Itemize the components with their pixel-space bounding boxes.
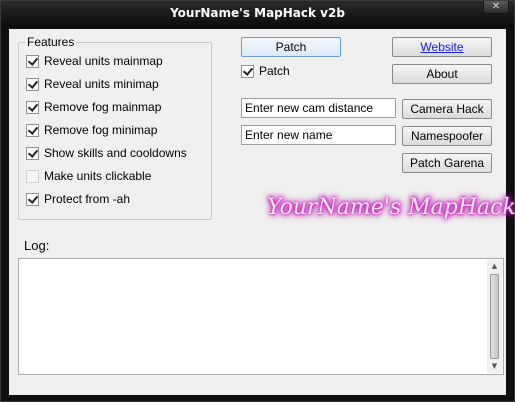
- feature-checkbox[interactable]: [26, 100, 39, 114]
- features-groupbox: Features Reveal units mainmap Reveal uni…: [18, 36, 212, 220]
- website-link-button[interactable]: Website: [392, 37, 492, 57]
- title-bar[interactable]: YourName's MapHack v2b ✕: [1, 1, 514, 27]
- app-logo-text: YourName's MapHack: [267, 195, 515, 220]
- patch-button[interactable]: Patch: [241, 37, 341, 57]
- feature-label: Remove fog minimap: [44, 123, 158, 137]
- patch-checkbox-row[interactable]: Patch: [241, 63, 290, 79]
- new-name-input[interactable]: Enter new name: [241, 125, 396, 145]
- feature-label: Reveal units mainmap: [44, 54, 163, 68]
- feature-remove-fog-minimap[interactable]: Remove fog minimap: [26, 122, 157, 138]
- feature-checkbox[interactable]: [26, 169, 39, 183]
- namespoofer-button[interactable]: Namespoofer: [402, 126, 492, 146]
- camera-hack-button[interactable]: Camera Hack: [402, 99, 492, 119]
- feature-reveal-units-mainmap[interactable]: Reveal units mainmap: [26, 53, 163, 69]
- feature-checkbox[interactable]: [26, 192, 39, 206]
- feature-protect-from-ah[interactable]: Protect from -ah: [26, 191, 130, 207]
- feature-label: Protect from -ah: [44, 192, 131, 206]
- feature-show-skills-cooldowns[interactable]: Show skills and cooldowns: [26, 145, 187, 161]
- scrollbar-thumb[interactable]: [490, 274, 499, 359]
- cam-distance-input[interactable]: Enter new cam distance: [241, 98, 396, 118]
- feature-checkbox[interactable]: [26, 77, 39, 91]
- patch-checkbox-label: Patch: [259, 64, 290, 78]
- close-icon: ✕: [491, 1, 501, 12]
- feature-make-units-clickable[interactable]: Make units clickable: [26, 168, 151, 184]
- log-textarea[interactable]: ▲ ▼: [18, 258, 504, 375]
- feature-label: Show skills and cooldowns: [44, 146, 187, 160]
- app-window: YourName's MapHack v2b ✕ Features Reveal…: [0, 0, 515, 402]
- log-scrollbar[interactable]: ▲ ▼: [487, 260, 502, 373]
- down-arrow-icon[interactable]: ▼: [487, 360, 502, 373]
- window-title: YourName's MapHack v2b: [170, 6, 345, 20]
- feature-reveal-units-minimap[interactable]: Reveal units minimap: [26, 76, 159, 92]
- feature-remove-fog-mainmap[interactable]: Remove fog mainmap: [26, 99, 161, 115]
- feature-checkbox[interactable]: [26, 146, 39, 160]
- patch-garena-button[interactable]: Patch Garena: [402, 153, 492, 173]
- up-arrow-icon[interactable]: ▲: [487, 260, 502, 273]
- feature-checkbox[interactable]: [26, 54, 39, 68]
- close-button[interactable]: ✕: [483, 1, 509, 14]
- feature-checkbox[interactable]: [26, 123, 39, 137]
- feature-label: Reveal units minimap: [44, 77, 159, 91]
- about-button[interactable]: About: [392, 64, 492, 84]
- features-legend: Features: [25, 35, 77, 49]
- patch-checkbox[interactable]: [241, 64, 254, 78]
- feature-label: Remove fog mainmap: [44, 100, 162, 114]
- log-label: Log:: [24, 238, 50, 253]
- client-area: Features Reveal units mainmap Reveal uni…: [9, 29, 515, 395]
- feature-label: Make units clickable: [44, 169, 152, 183]
